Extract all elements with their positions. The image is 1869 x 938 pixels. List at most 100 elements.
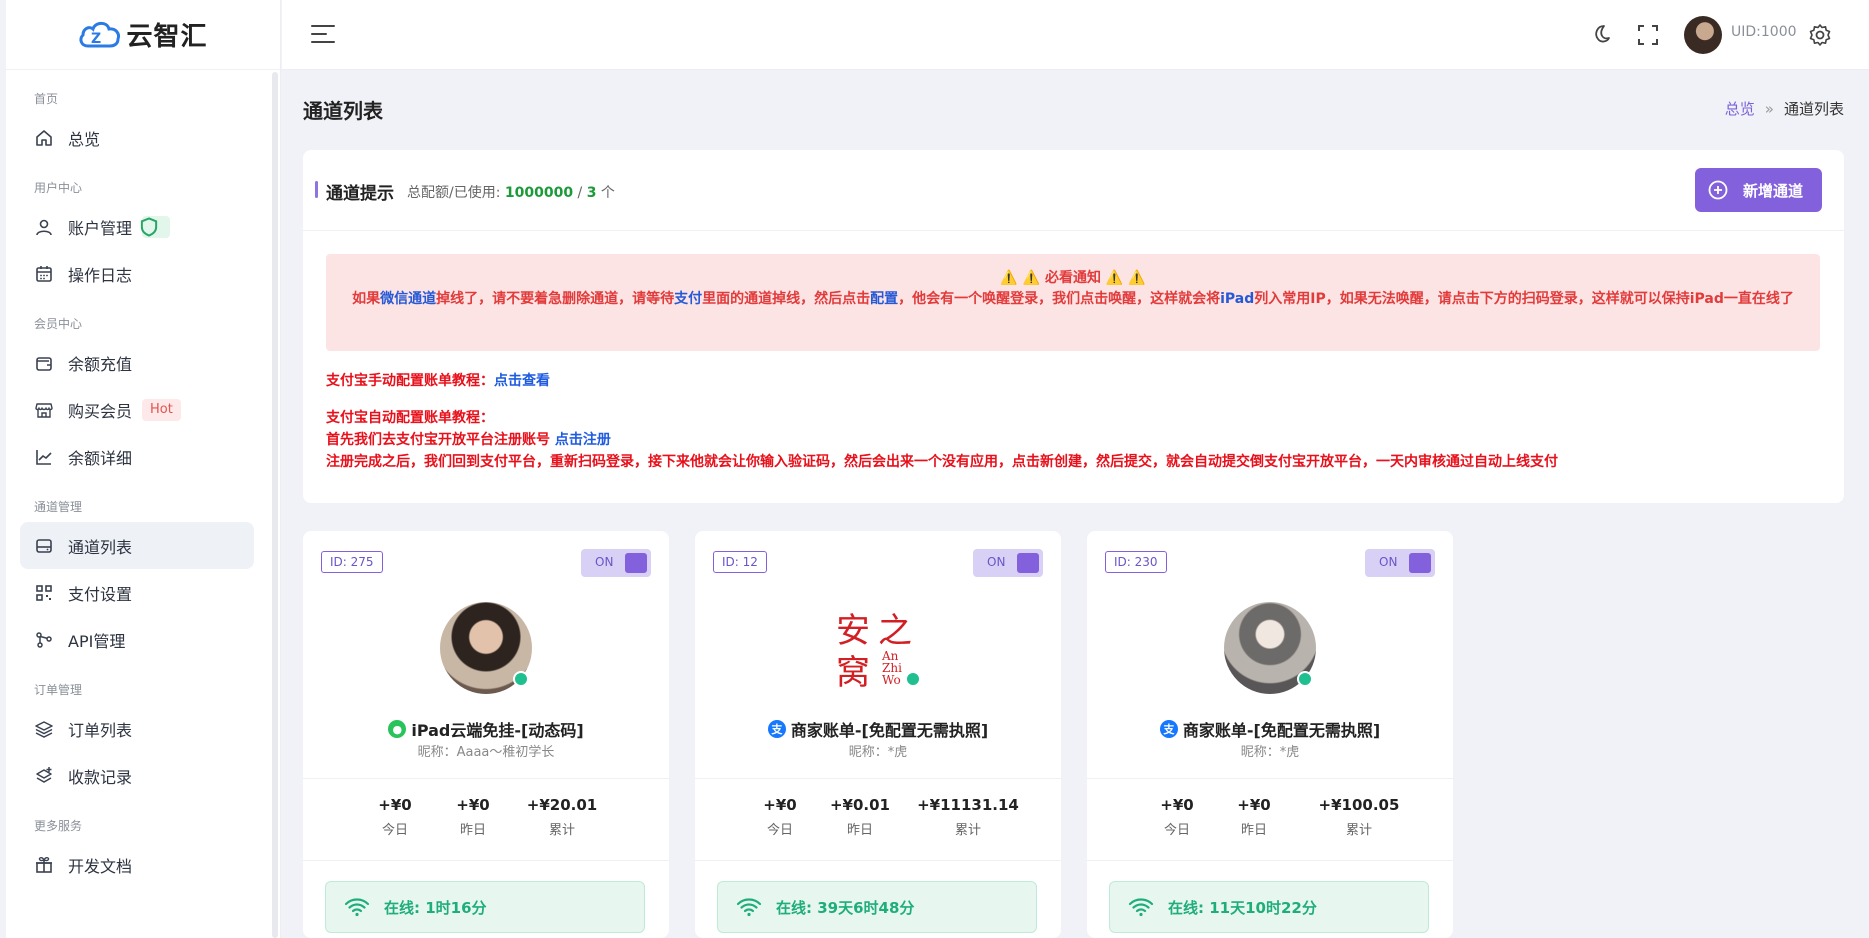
settings-gear-icon[interactable]: [1807, 22, 1833, 48]
sidebar-item-orders[interactable]: 订单列表: [20, 705, 254, 752]
sidebar-item-receipts[interactable]: 收款记录: [20, 752, 254, 799]
sidebar-item-channel-list[interactable]: 通道列表: [20, 522, 254, 569]
quota-unit: 个: [600, 185, 615, 201]
sidebar-item-recharge[interactable]: 余额充值: [20, 339, 254, 386]
wechat-icon: ●: [388, 720, 407, 738]
fullscreen-icon[interactable]: [1635, 22, 1661, 48]
online-status: 在线: 11天10时22分: [1109, 881, 1429, 933]
stat-yesterday: +¥0: [456, 796, 490, 814]
important-alert: ⚠️ ⚠️ 必看通知 ⚠️ ⚠️ 如果微信通道掉线了，请不要着急删除通道，请等待…: [326, 254, 1820, 351]
seal-char: 窝: [836, 653, 870, 693]
dark-mode-moon-icon[interactable]: [1587, 22, 1613, 48]
online-duration: 在线: 39天6时48分: [776, 898, 915, 917]
stat-yesterday: +¥0: [1237, 796, 1271, 814]
stat-yesterday-label: 昨日: [846, 823, 873, 838]
channel-stats: +¥0 今日 +¥0 昨日 +¥100.05 累计: [1087, 778, 1453, 861]
channel-toggle[interactable]: ON: [1365, 549, 1435, 577]
wifi-icon: [344, 898, 370, 917]
stat-today-label: 今日: [1163, 823, 1190, 838]
seal-char: Wo: [882, 673, 901, 687]
alert-text: 如果: [352, 291, 381, 307]
layers-plus-icon: [36, 766, 52, 783]
sidebar-scrollbar[interactable]: [272, 72, 278, 938]
alert-highlight: 微信通道: [380, 291, 437, 307]
online-dot: [905, 671, 921, 687]
channel-stats: +¥0 今日 +¥0.01 昨日 +¥11131.14 累计: [695, 778, 1061, 861]
manual-tutorial-link[interactable]: 点击查看: [494, 373, 550, 389]
quota-separator: /: [577, 185, 583, 201]
online-dot: [1297, 671, 1313, 687]
sidebar-item-membership[interactable]: 购买会员 Hot: [20, 386, 254, 433]
gift-icon: [36, 856, 52, 873]
alert-highlight: iPad: [1220, 291, 1255, 307]
logo-text: 云智汇: [126, 22, 208, 52]
alert-highlight: 配置: [870, 291, 899, 307]
toggle-knob: [1017, 553, 1039, 573]
title-accent-bar: [315, 181, 318, 198]
section-title: 首页: [34, 92, 59, 106]
sidebar-item-label: 收款记录: [68, 767, 133, 787]
seal-char: 安: [836, 611, 870, 651]
section-title: 更多服务: [34, 819, 83, 833]
notice-title: 通道提示: [326, 184, 394, 204]
breadcrumb-root-link[interactable]: 总览: [1725, 98, 1755, 119]
breadcrumb-current: 通道列表: [1783, 100, 1844, 118]
sidebar-item-overview[interactable]: 总览: [20, 114, 254, 161]
sidebar-item-api[interactable]: API管理: [20, 616, 254, 663]
channel-toggle[interactable]: ON: [581, 549, 651, 577]
channel-name-text: 商家账单-[免配置无需执照]: [790, 721, 989, 740]
notice-header: 通道提示 总配额/已使用: 1000000 / 3 个 新增通道: [303, 150, 1844, 231]
logo[interactable]: Z 云智汇: [6, 0, 280, 70]
alert-text: 里面的通道掉线，然后点击: [702, 291, 871, 307]
stat-today: +¥0: [1160, 796, 1194, 814]
sidebar-nav: 首页 总览 用户中心 账户管理 操作日志 会员中心 余额充值 购买会员 Hot: [6, 72, 268, 938]
stat-yesterday: +¥0.01: [829, 796, 890, 814]
stat-total-label: 累计: [548, 823, 575, 838]
online-status: 在线: 1时16分: [325, 881, 645, 933]
sidebar-item-logs[interactable]: 操作日志: [20, 250, 254, 297]
online-duration: 在线: 1时16分: [384, 898, 487, 917]
stat-yesterday-label: 昨日: [459, 823, 486, 838]
toggle-knob: [1409, 553, 1431, 573]
svg-text:Z: Z: [91, 31, 101, 47]
alert-title: ⚠️ ⚠️ 必看通知 ⚠️ ⚠️: [1000, 270, 1146, 286]
stat-total: +¥20.01: [526, 796, 598, 814]
top-header: UID:1000: [282, 0, 1869, 70]
stat-today-label: 今日: [766, 823, 793, 838]
channel-nickname: 昵称：*虎: [848, 745, 908, 760]
stat-total-label: 累计: [1345, 823, 1372, 838]
alert-text: 掉线了，请不要着急删除通道，请等待: [436, 291, 675, 307]
stat-today-label: 今日: [381, 823, 408, 838]
add-channel-button[interactable]: 新增通道: [1695, 168, 1822, 212]
menu-toggle-icon[interactable]: [310, 23, 336, 45]
toggle-label: ON: [1379, 555, 1398, 569]
stat-today: +¥0: [763, 796, 797, 814]
breadcrumb: 总览 » 通道列表: [1725, 98, 1844, 119]
quota-label: 总配额/已使用:: [407, 185, 501, 201]
quota-info: 总配额/已使用: 1000000 / 3 个: [407, 182, 615, 202]
online-status: 在线: 39天6时48分: [717, 881, 1037, 933]
channel-toggle[interactable]: ON: [973, 549, 1043, 577]
channel-notice-card: 通道提示 总配额/已使用: 1000000 / 3 个 新增通道 ⚠️ ⚠️ 必…: [303, 150, 1844, 503]
user-avatar[interactable]: [1684, 16, 1722, 54]
sidebar-item-account[interactable]: 账户管理: [20, 203, 254, 250]
section-title: 用户中心: [34, 181, 83, 195]
sidebar-item-docs[interactable]: 开发文档: [20, 841, 254, 888]
layers-icon: [35, 720, 53, 738]
quota-total: 1000000: [504, 185, 574, 201]
sidebar-item-label: 通道列表: [68, 537, 133, 557]
chart-line-icon: [36, 449, 52, 465]
sidebar-item-label: 操作日志: [68, 265, 133, 285]
cloud-logo-icon: Z: [78, 18, 122, 52]
shield-badge: [140, 215, 171, 238]
home-icon: [36, 129, 52, 146]
channel-card: ID: 275 ON ● iPad云端免挂-[动态码] 昵称：Aaaa～稚初学长…: [303, 531, 669, 938]
drive-icon: [36, 538, 52, 553]
user-uid[interactable]: UID:1000: [1731, 24, 1797, 40]
wifi-icon: [736, 898, 762, 917]
register-link[interactable]: 点击注册: [555, 432, 611, 448]
sidebar-item-balance-detail[interactable]: 余额详细: [20, 433, 254, 480]
auto-tutorial-label: 支付宝自动配置账单教程：: [326, 410, 494, 426]
alert-body: 如果微信通道掉线了，请不要着急删除通道，请等待支付里面的通道掉线，然后点击配置，…: [330, 289, 1816, 310]
sidebar-item-payment-settings[interactable]: 支付设置: [20, 569, 254, 616]
